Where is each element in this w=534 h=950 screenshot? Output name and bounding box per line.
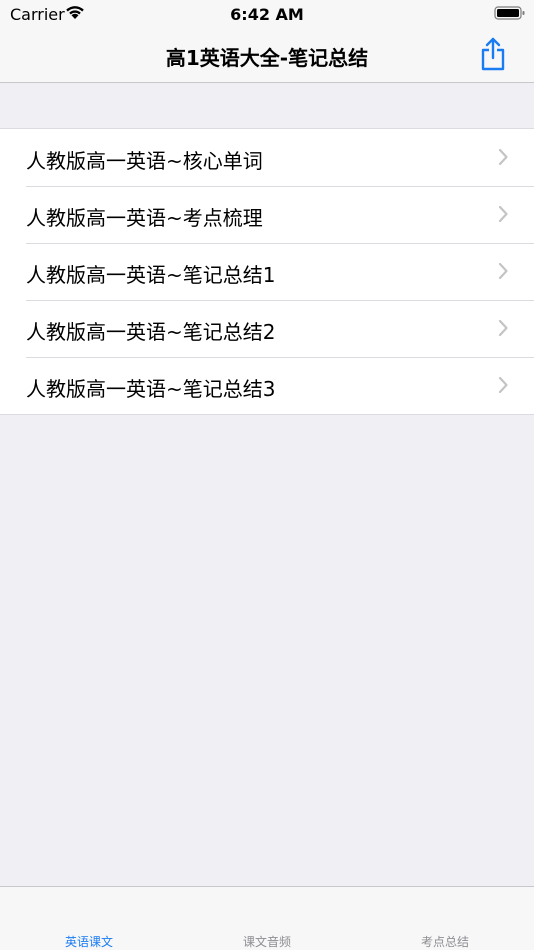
chapter-list: 人教版高一英语~核心单词 人教版高一英语~考点梳理 人教版高一英语~笔记总结1 … (0, 128, 534, 415)
chevron-right-icon (498, 149, 508, 165)
navigation-bar: 高1英语大全-笔记总结 (0, 28, 534, 83)
battery-icon (494, 6, 525, 20)
chevron-right-icon (498, 206, 508, 222)
status-bar: Carrier 6:42 AM (0, 0, 534, 28)
list-item-label: 人教版高一英语~核心单词 (26, 149, 263, 173)
status-time: 6:42 AM (230, 5, 304, 24)
chevron-right-icon (498, 320, 508, 336)
list-item[interactable]: 人教版高一英语~考点梳理 (0, 186, 534, 243)
list-item[interactable]: 人教版高一英语~笔记总结2 (0, 300, 534, 357)
page-title: 高1英语大全-笔记总结 (165, 46, 369, 70)
tab-bar: 英语课文 课文音频 考点总结 (0, 886, 534, 950)
tab-text-audio[interactable]: 课文音频 (178, 933, 356, 950)
share-button[interactable] (478, 36, 508, 72)
share-icon (481, 37, 505, 71)
tab-key-points-summary[interactable]: 考点总结 (356, 933, 534, 950)
list-item-label: 人教版高一英语~笔记总结1 (26, 263, 276, 287)
list-item[interactable]: 人教版高一英语~核心单词 (0, 129, 534, 186)
chevron-right-icon (498, 263, 508, 279)
chevron-right-icon (498, 377, 508, 393)
list-item[interactable]: 人教版高一英语~笔记总结3 (0, 357, 534, 414)
list-item-label: 人教版高一英语~笔记总结3 (26, 377, 276, 401)
list-item-label: 人教版高一英语~笔记总结2 (26, 320, 276, 344)
list-item-label: 人教版高一英语~考点梳理 (26, 206, 263, 230)
tab-english-texts[interactable]: 英语课文 (0, 933, 178, 950)
list-item[interactable]: 人教版高一英语~笔记总结1 (0, 243, 534, 300)
